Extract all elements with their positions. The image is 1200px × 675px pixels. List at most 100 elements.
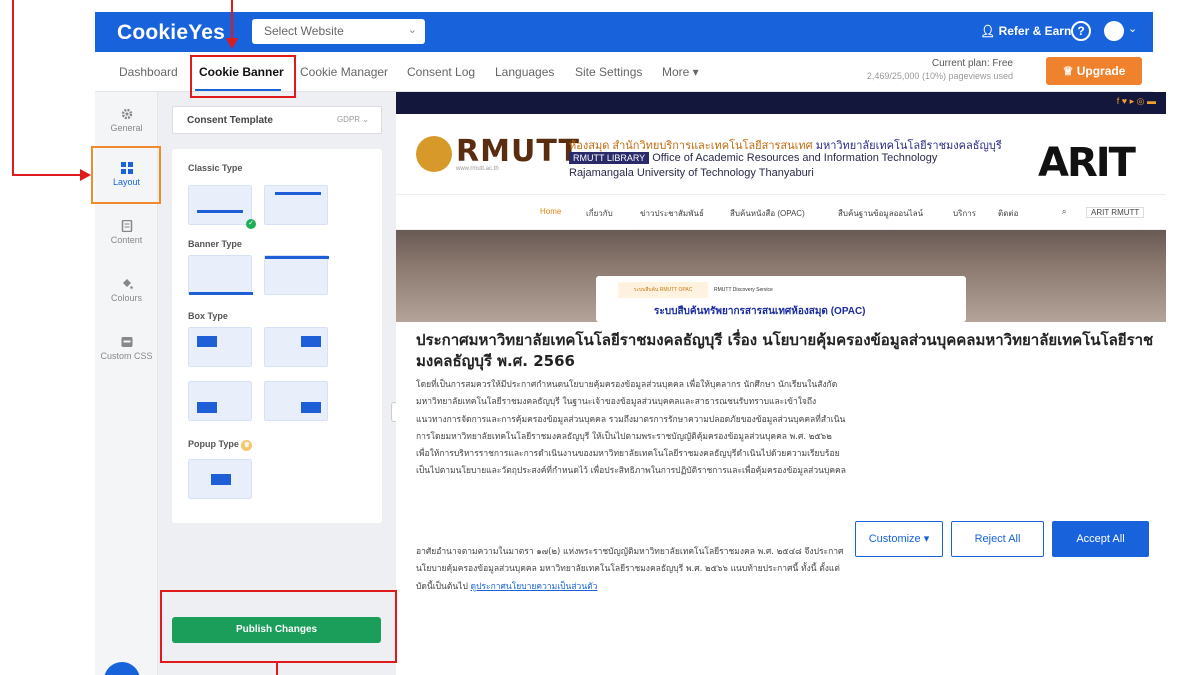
preview-menu: Home เกี่ยวกับ ข่าวประชาสัมพันธ์ สืบค้นห… xyxy=(396,194,1166,230)
rail-label: Custom CSS xyxy=(100,351,153,361)
refer-earn-label: Refer & Earn xyxy=(998,24,1072,38)
template-label: Consent Template xyxy=(187,115,273,126)
top-bar: CookieYes Select Website ⌄ 👤︎ Refer & Ea… xyxy=(95,12,1153,52)
university-seal-logo xyxy=(416,136,452,172)
nav-more[interactable]: More ▾ xyxy=(662,65,699,79)
preview-search-card: ระบบสืบค้น RMUTT OPAC RMUTT Discovery Se… xyxy=(596,276,966,322)
website-preview: f ♥ ▸ ◎ ▬ RMUTT www.rmutt.ac.th ห้องสมุด… xyxy=(396,92,1166,322)
rail-label: Content xyxy=(110,235,143,245)
rail-item-colours[interactable]: Colours xyxy=(95,278,158,303)
check-icon: ✓ xyxy=(246,219,256,229)
annotation-arrow-line xyxy=(12,174,82,176)
rmutt-wordmark: RMUTT xyxy=(456,134,580,169)
preview-opac-title: ระบบสืบค้นทรัพยากรสารสนเทศห้องสมุด (OPAC… xyxy=(654,306,866,317)
layout-banner-bottom[interactable] xyxy=(188,255,253,295)
customize-button[interactable]: Customize ▾ xyxy=(855,521,943,557)
rail-label: Colours xyxy=(110,293,142,303)
layout-popup[interactable] xyxy=(188,459,252,499)
upgrade-button[interactable]: ♕ Upgrade xyxy=(1046,57,1142,85)
preview-menu-item: สืบค้นฐานข้อมูลออนไลน์ xyxy=(838,209,924,218)
chevron-down-icon[interactable]: ⌄ xyxy=(1128,22,1137,35)
avatar[interactable] xyxy=(1104,21,1124,41)
library-pill: RMUTT LIBRARY xyxy=(569,152,650,164)
annotation-highlight-layout xyxy=(91,146,161,204)
layout-classic-top[interactable] xyxy=(264,185,328,225)
nav-dashboard[interactable]: Dashboard xyxy=(119,65,178,79)
section-label-popup: Popup Type ♕ xyxy=(188,439,253,451)
reject-all-button[interactable]: Reject All xyxy=(951,521,1044,557)
cookieyes-logo[interactable]: CookieYes xyxy=(117,21,225,45)
pageviews-usage: 2,469/25,000 (10%) pageviews used xyxy=(866,71,1013,81)
website-select-label: Select Website xyxy=(264,24,344,38)
upgrade-label: Upgrade xyxy=(1076,64,1126,78)
layout-box xyxy=(197,336,217,347)
nav-cookie-manager[interactable]: Cookie Manager xyxy=(300,65,388,79)
arit-logo: ARIT xyxy=(1038,140,1136,186)
section-label-banner: Banner Type xyxy=(188,239,242,249)
css-icon xyxy=(121,337,132,347)
preview-menu-item: เกี่ยวกับ xyxy=(586,209,613,218)
annotation-arrow-head xyxy=(80,169,91,181)
rail-label: General xyxy=(110,123,143,133)
preview-menu-item: ข่าวประชาสัมพันธ์ xyxy=(640,209,704,218)
rail-item-custom-css[interactable]: Custom CSS xyxy=(95,336,158,361)
plan-label: Current plan: Free xyxy=(931,58,1013,69)
annotation-arrow-line xyxy=(12,0,14,176)
chevron-down-icon: ⌄ xyxy=(407,24,417,36)
section-label-box: Box Type xyxy=(188,311,228,321)
cookie-banner-preview: ประกาศมหาวิทยาลัยเทคโนโลยีราชมงคลธัญบุรี… xyxy=(396,322,1166,675)
preview-university-name: Rajamangala University of Technology Tha… xyxy=(569,167,814,179)
preview-menu-item: ARIT RMUTT xyxy=(1086,207,1145,218)
screen: CookieYes Select Website ⌄ 👤︎ Refer & Ea… xyxy=(0,0,1200,675)
layout-bar xyxy=(265,256,329,259)
layout-box-top-left[interactable] xyxy=(188,327,252,367)
plan-info: Current plan: Free 2,469/25,000 (10%) pa… xyxy=(867,57,1013,83)
banner-body-2: อาศัยอำนาจตามความในมาตรา ๑๗(๒) แห่งพระรา… xyxy=(416,547,844,592)
nav-consent-log[interactable]: Consent Log xyxy=(407,65,475,79)
layout-box-top-right[interactable] xyxy=(264,327,328,367)
layout-classic-bottom[interactable]: ✓ xyxy=(188,185,256,229)
preview-menu-item: สืบค้นหนังสือ (OPAC) xyxy=(730,209,805,218)
annotation-arrow-head xyxy=(226,38,238,49)
accept-all-button[interactable]: Accept All xyxy=(1052,521,1149,557)
layout-box xyxy=(197,402,217,413)
layout-box-bottom-left[interactable] xyxy=(188,381,252,421)
layout-bar xyxy=(197,210,243,213)
template-value: GDPR ⌄ xyxy=(336,115,369,124)
preview-search-tab: RMUTT Discovery Service xyxy=(714,287,773,293)
refer-earn-link[interactable]: 👤︎ Refer & Earn xyxy=(980,24,1071,38)
gear-icon xyxy=(121,108,132,120)
layout-box-bottom-right[interactable] xyxy=(264,381,328,421)
privacy-policy-link[interactable]: ดูประกาศนโยบายความเป็นส่วนตัว xyxy=(471,582,598,592)
layout-bar xyxy=(275,192,321,195)
website-select[interactable]: Select Website ⌄ xyxy=(252,19,425,44)
annotation-highlight-publish xyxy=(160,590,397,663)
crown-icon: ♕ xyxy=(1062,64,1077,78)
annotation-highlight-cookie-banner-tab xyxy=(190,55,296,98)
banner-body: โดยที่เป็นการสมควรให้มีประกาศกำหนดนโยบาย… xyxy=(416,380,846,477)
section-label-classic: Classic Type xyxy=(188,163,243,173)
layout-banner-top[interactable] xyxy=(264,255,329,295)
rail-item-content[interactable]: Content xyxy=(95,220,158,245)
layout-box xyxy=(211,474,231,485)
nav-site-settings[interactable]: Site Settings xyxy=(575,65,642,79)
help-icon[interactable]: ? xyxy=(1071,21,1091,41)
document-icon xyxy=(121,220,132,232)
layout-box xyxy=(301,336,321,347)
preview-library-line: RMUTT LIBRARY Office of Academic Resource… xyxy=(569,152,937,164)
preview-top-strip: f ♥ ▸ ◎ ▬ xyxy=(396,92,1166,114)
nav-languages[interactable]: Languages xyxy=(495,65,554,79)
preview-menu-item: Home xyxy=(540,207,562,216)
user-icon: 👤︎ xyxy=(980,24,999,38)
preview-search-tab: ระบบสืบค้น RMUTT OPAC xyxy=(618,282,708,298)
annotation-arrow-line xyxy=(231,0,233,40)
banner-title: ประกาศมหาวิทยาลัยเทคโนโลยีราชมงคลธัญบุรี… xyxy=(416,331,1154,370)
consent-template-select[interactable]: Consent Template GDPR ⌄ xyxy=(172,106,382,134)
layout-bar xyxy=(189,292,253,295)
preview-menu-item: ติดต่อ xyxy=(998,209,1019,218)
preview-url: www.rmutt.ac.th xyxy=(456,166,499,172)
preview-header: RMUTT www.rmutt.ac.th ห้องสมุด สำนักวิทย… xyxy=(396,114,1166,194)
rail-item-general[interactable]: General xyxy=(95,108,158,133)
annotation-arrow-line xyxy=(276,661,278,675)
layout-type-card: Classic Type ✓ Banner Type Box Type Popu… xyxy=(172,149,382,523)
